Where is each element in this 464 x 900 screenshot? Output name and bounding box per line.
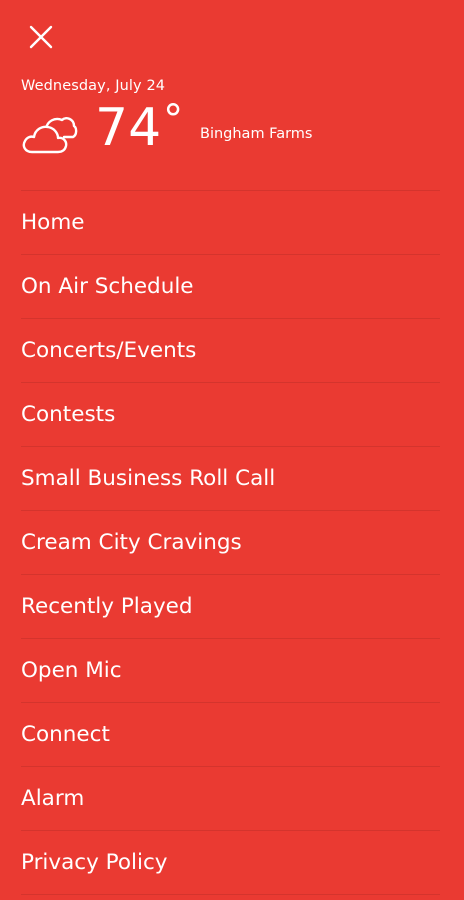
- current-date: Wednesday, July 24: [21, 78, 166, 94]
- navigation-menu: Home On Air Schedule Concerts/Events Con…: [0, 190, 464, 895]
- menu-item-label: Concerts/Events: [21, 338, 197, 363]
- menu-divider: [21, 894, 440, 895]
- menu-item-cream-city-cravings[interactable]: Cream City Cravings: [21, 510, 440, 574]
- menu-item-label: Contests: [21, 402, 116, 427]
- menu-item-label: On Air Schedule: [21, 274, 194, 299]
- menu-item-label: Privacy Policy: [21, 850, 168, 875]
- menu-item-connect[interactable]: Connect: [21, 702, 440, 766]
- close-button[interactable]: [22, 20, 60, 58]
- menu-item-label: Connect: [21, 722, 110, 747]
- close-icon[interactable]: [28, 24, 54, 54]
- temperature-value: 74: [95, 98, 162, 158]
- menu-item-label: Alarm: [21, 786, 85, 811]
- menu-item-concerts-events[interactable]: Concerts/Events: [21, 318, 440, 382]
- partly-cloudy-icon: [20, 113, 78, 157]
- menu-item-home[interactable]: Home: [21, 190, 440, 254]
- menu-item-on-air-schedule[interactable]: On Air Schedule: [21, 254, 440, 318]
- temperature-unit: °: [163, 97, 184, 143]
- menu-item-label: Home: [21, 210, 85, 235]
- menu-item-contests[interactable]: Contests: [21, 382, 440, 446]
- menu-item-label: Open Mic: [21, 658, 122, 683]
- menu-item-small-business-roll-call[interactable]: Small Business Roll Call: [21, 446, 440, 510]
- menu-item-open-mic[interactable]: Open Mic: [21, 638, 440, 702]
- menu-item-label: Recently Played: [21, 594, 193, 619]
- menu-item-label: Cream City Cravings: [21, 530, 242, 555]
- menu-item-recently-played[interactable]: Recently Played: [21, 574, 440, 638]
- weather-location: Bingham Farms: [200, 126, 313, 142]
- menu-item-privacy-policy[interactable]: Privacy Policy: [21, 830, 440, 894]
- menu-item-label: Small Business Roll Call: [21, 466, 276, 491]
- menu-item-alarm[interactable]: Alarm: [21, 766, 440, 830]
- temperature: 74°: [95, 100, 183, 154]
